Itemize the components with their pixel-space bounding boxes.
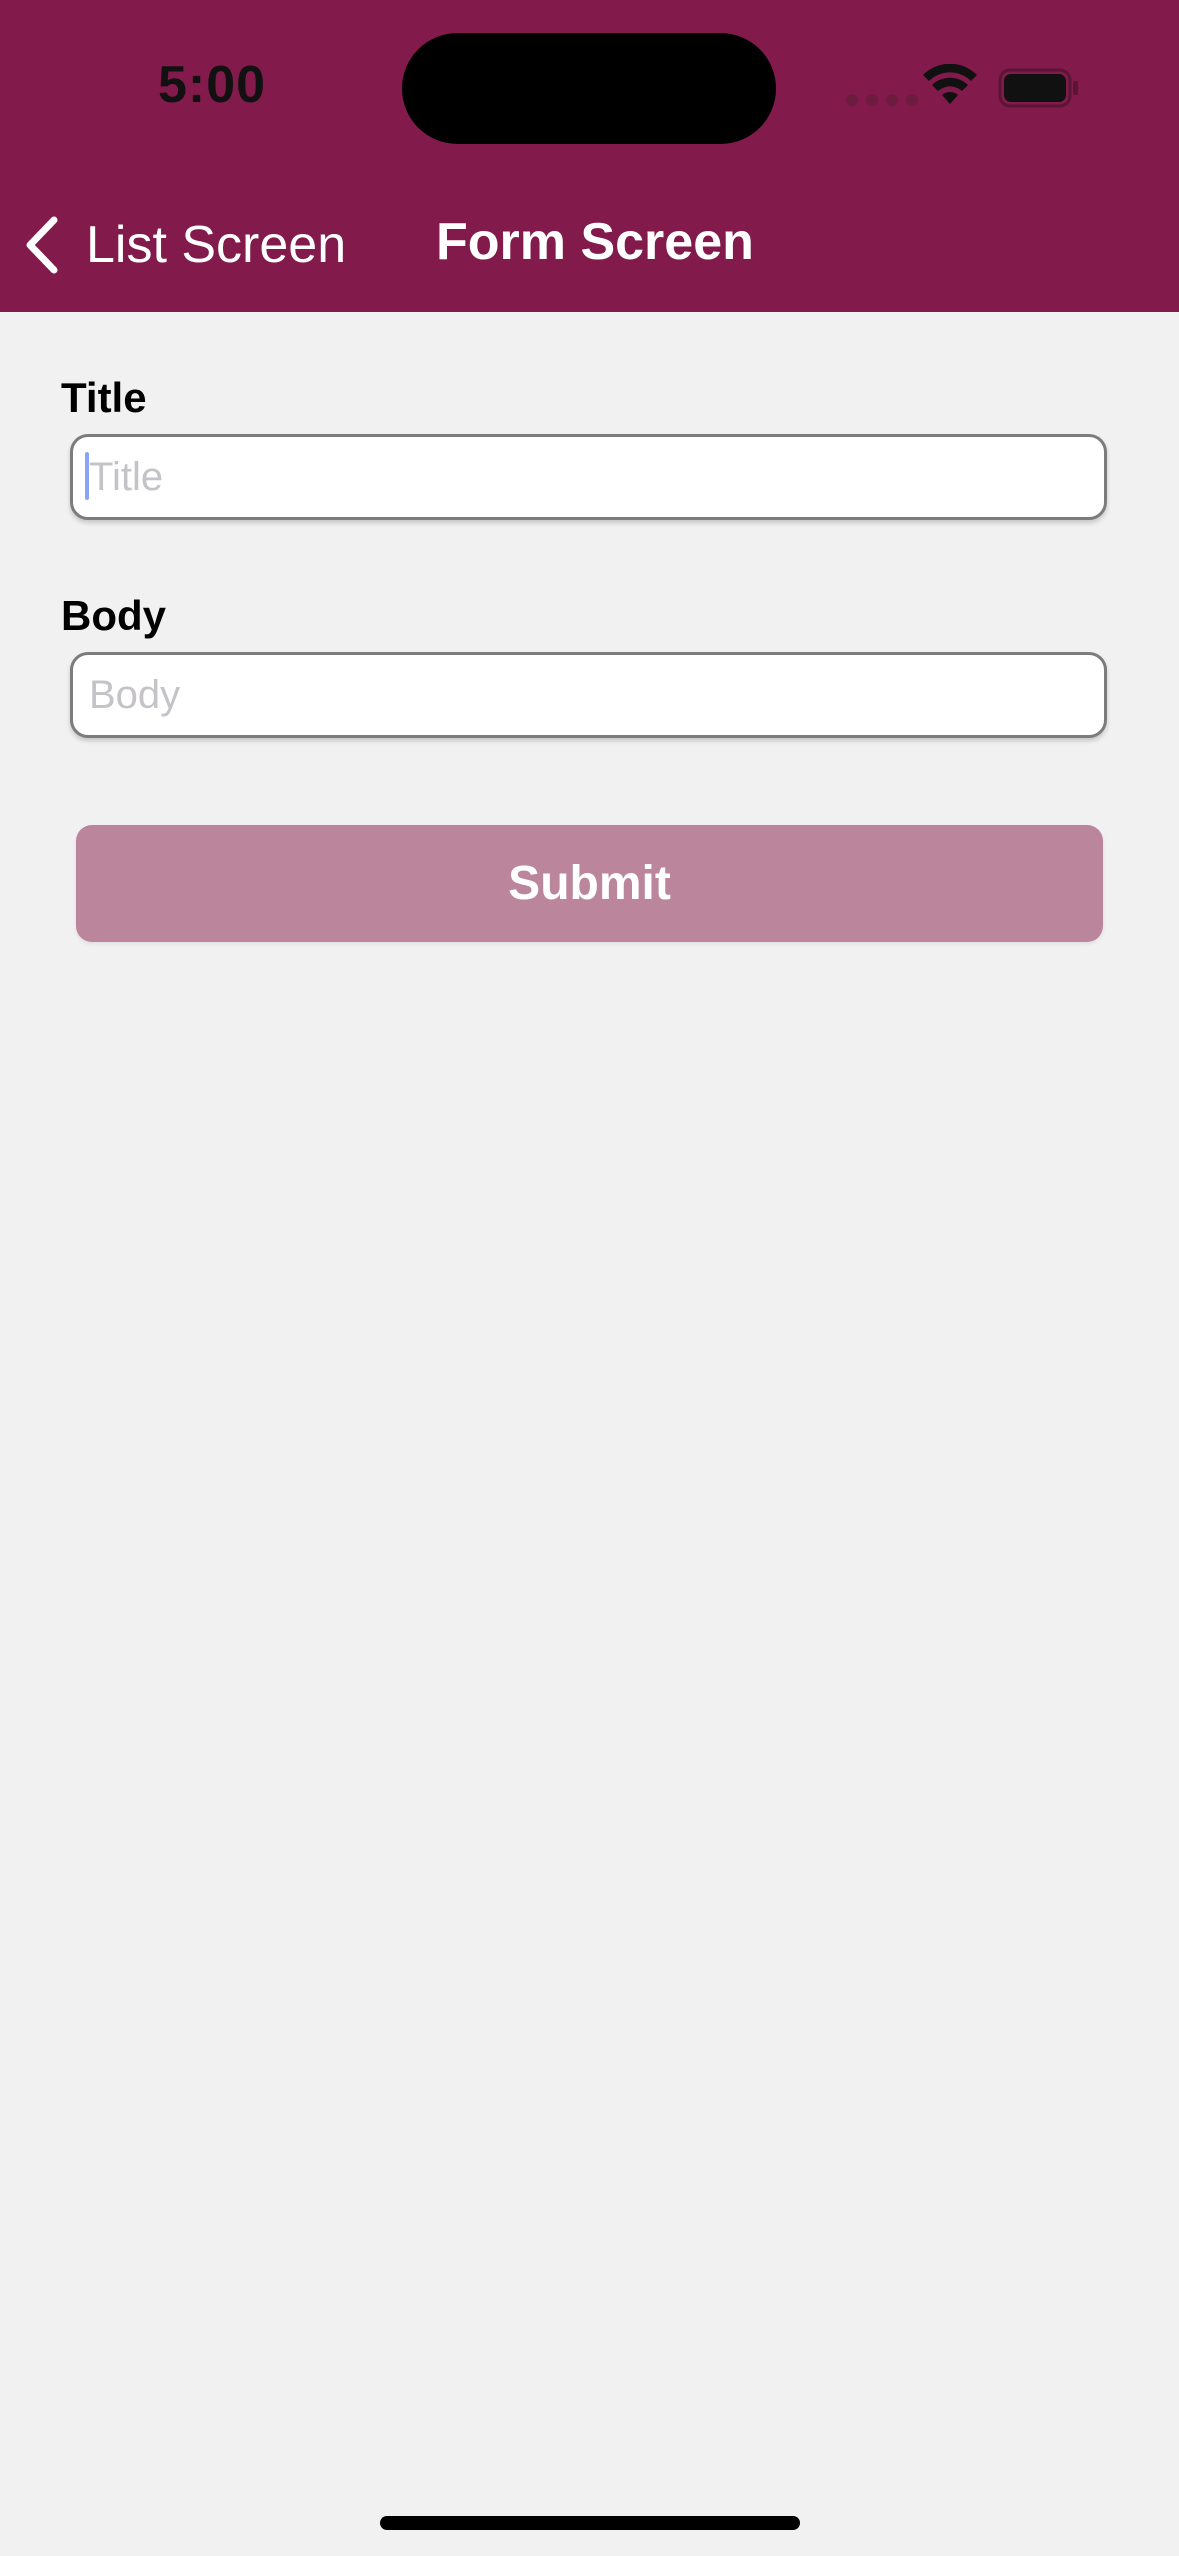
battery-icon xyxy=(998,68,1078,108)
page-title: Form Screen xyxy=(436,213,754,271)
dynamic-island xyxy=(402,33,776,144)
navigation-header: 5:00 List Screen Form Screen xyxy=(0,0,1179,312)
wifi-icon xyxy=(923,64,977,104)
back-button-label: List Screen xyxy=(86,216,347,274)
status-time: 5:00 xyxy=(158,56,267,114)
chevron-left-icon xyxy=(26,216,58,274)
title-label: Title xyxy=(61,374,147,421)
submit-button[interactable]: Submit xyxy=(76,825,1103,942)
body-label: Body xyxy=(61,592,166,639)
text-cursor xyxy=(85,452,89,500)
back-button[interactable]: List Screen xyxy=(22,210,346,280)
title-input[interactable] xyxy=(70,434,1107,520)
home-indicator[interactable] xyxy=(380,2516,800,2530)
signal-icon xyxy=(846,94,918,106)
body-input[interactable] xyxy=(70,652,1107,738)
